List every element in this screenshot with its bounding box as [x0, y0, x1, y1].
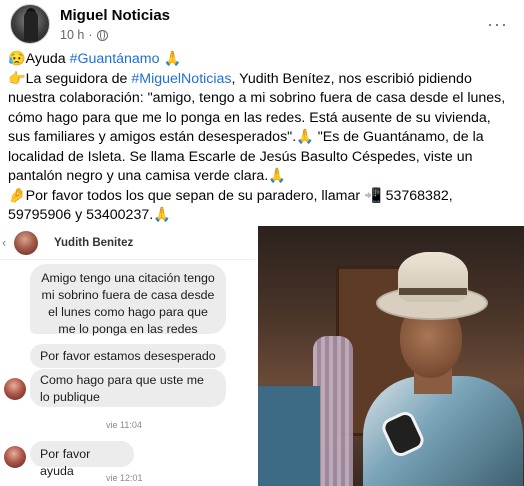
paragraph-text-b: , Yudith Benítez, nos escribió pidiendo … — [8, 70, 506, 185]
chat-header: ‹ Yudith Benitez — [0, 226, 255, 260]
post-paragraph-call: 🤌Por favor todos los que sepan de su par… — [8, 187, 516, 226]
more-options-button[interactable]: ··· — [487, 14, 508, 35]
sender-avatar — [4, 378, 26, 400]
chat-screenshot-image[interactable]: ‹ Yudith Benitez Amigo tengo una citació… — [0, 226, 255, 486]
post-photos: ‹ Yudith Benitez Amigo tengo una citació… — [0, 226, 524, 486]
chat-message-bubble: Por favor ayuda — [30, 441, 134, 478]
call-text: Por favor todos los que sepan de su para… — [8, 187, 453, 224]
pointing-hand-emoji: 👉 — [8, 70, 26, 87]
sender-avatar — [4, 446, 26, 468]
post-text: 😥Ayuda #Guantánamo 🙏 👉La seguidora de #M… — [8, 50, 516, 226]
missing-person-photo[interactable] — [258, 226, 524, 486]
chat-timestamp: vie 12:01 — [106, 473, 143, 483]
page-name-link[interactable]: Miguel Noticias — [60, 7, 170, 24]
message-line: mi sobrino fuera de casa desde — [41, 288, 215, 302]
message-line: el lunes como hago para que — [48, 305, 208, 319]
chat-message-bubble: Como hago para que uste me lo publique — [30, 369, 226, 407]
sad-face-emoji: 😥 — [8, 51, 26, 67]
back-arrow-icon: ‹ — [2, 235, 7, 250]
hashtag-miguelnoticias-link[interactable]: #MiguelNoticias — [131, 71, 231, 87]
contact-avatar — [14, 231, 38, 255]
message-line: Amigo tengo una citación tengo — [41, 271, 215, 285]
chat-contact-name: Yudith Benitez — [54, 237, 134, 249]
pinched-fingers-emoji: 🤌 — [8, 187, 26, 204]
post-header: Miguel Noticias 10 h · ··· — [10, 4, 514, 44]
hashtag-guantanamo-link[interactable]: #Guantánamo — [70, 51, 160, 67]
post-meta: 10 h · — [60, 28, 108, 42]
message-line: me lo ponga en las redes — [58, 322, 198, 336]
post-paragraph-main: 👉La seguidora de #MiguelNoticias, Yudith… — [8, 70, 516, 187]
chat-message-bubble: Amigo tengo una citación tengo mi sobrin… — [30, 264, 226, 336]
post-line-help: 😥Ayuda #Guantánamo 🙏 — [8, 50, 516, 70]
meta-separator: · — [88, 28, 93, 42]
paragraph-text-a: La seguidora de — [25, 70, 132, 87]
help-text: Ayuda — [25, 51, 70, 67]
chat-timestamp: vie 11:04 — [106, 420, 142, 430]
post-time[interactable]: 10 h — [60, 28, 84, 42]
photo-blue-wall — [258, 386, 320, 486]
photo-hat-band — [399, 288, 467, 295]
praying-hands-emoji: 🙏 — [159, 51, 182, 67]
avatar-figure-shape — [24, 11, 38, 41]
chat-message-bubble: Por favor estamos desesperado — [30, 344, 226, 368]
globe-icon — [96, 29, 108, 41]
page-avatar[interactable] — [10, 4, 50, 44]
